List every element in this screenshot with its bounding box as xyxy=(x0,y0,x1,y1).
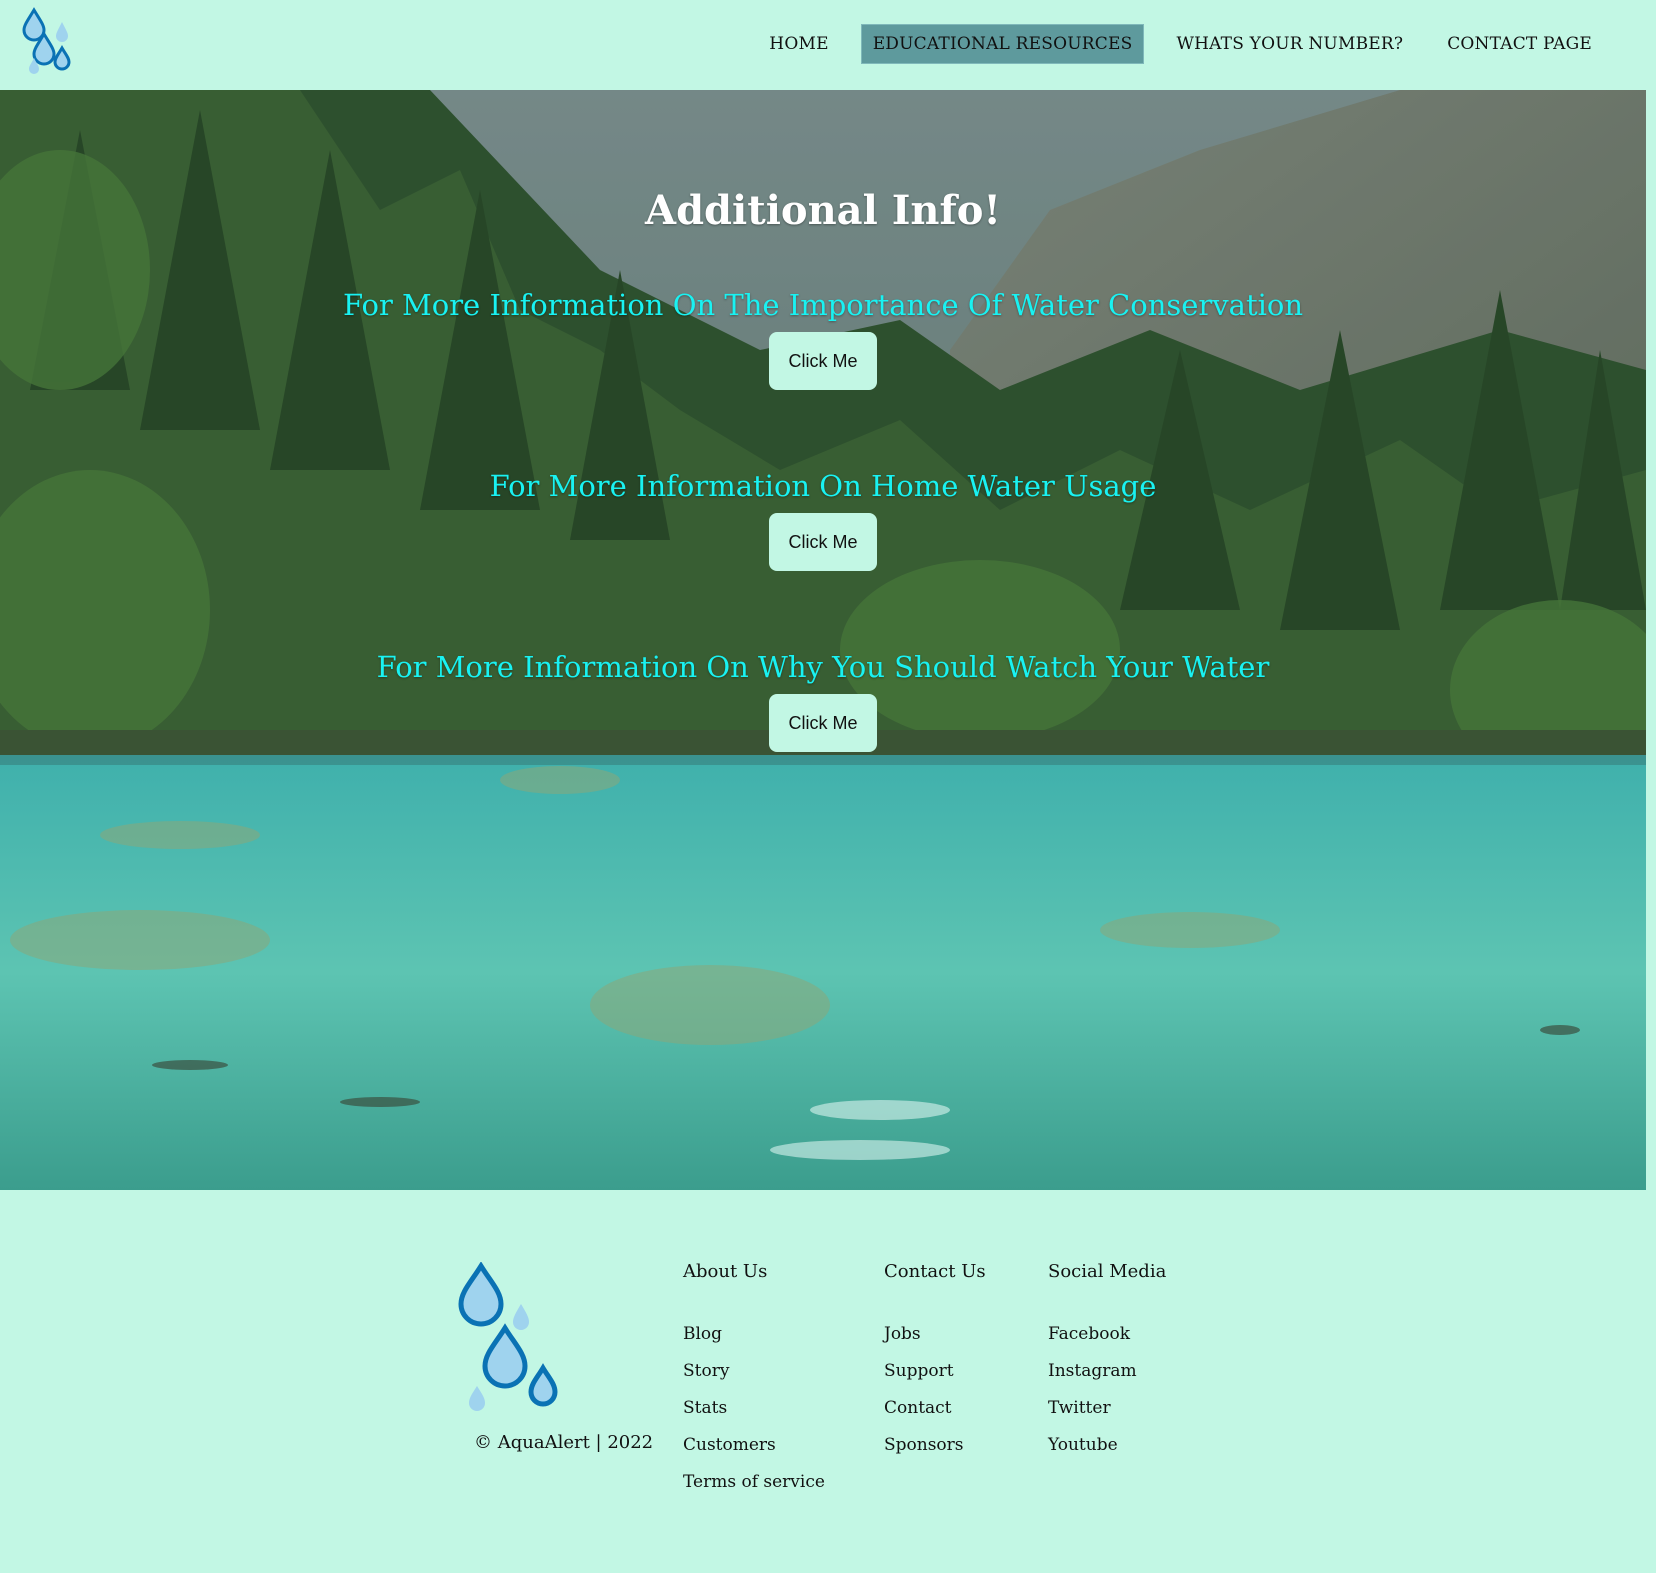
nav-educational-resources[interactable]: EDUCATIONAL RESOURCES xyxy=(860,24,1145,64)
info-heading-home-usage: For More Information On Home Water Usage xyxy=(489,469,1157,503)
footer-link-youtube[interactable]: Youtube xyxy=(1048,1435,1166,1457)
footer-link-blog[interactable]: Blog xyxy=(683,1324,825,1346)
footer-heading-social: Social Media xyxy=(1048,1261,1167,1282)
hero-title: Additional Info! xyxy=(645,186,1001,234)
water-drops-logo-icon[interactable] xyxy=(18,6,78,78)
footer-column-contact: Contact Us Jobs Support Contact Sponsors xyxy=(884,1261,986,1472)
nav-whats-your-number[interactable]: WHATS YOUR NUMBER? xyxy=(1164,24,1415,64)
footer-link-instagram[interactable]: Instagram xyxy=(1048,1361,1166,1383)
info-block-conservation: For More Information On The Importance O… xyxy=(0,288,1646,390)
copyright-text: © AquaAlert | 2022 xyxy=(474,1432,654,1453)
info-block-home-usage: For More Information On Home Water Usage… xyxy=(0,469,1646,571)
footer-column-about: About Us Blog Story Stats Customers Term… xyxy=(683,1261,825,1509)
nav-contact-page[interactable]: CONTACT PAGE xyxy=(1435,24,1604,64)
main-nav: HOME EDUCATIONAL RESOURCES WHATS YOUR NU… xyxy=(737,24,1604,64)
water-drops-logo-icon xyxy=(458,1262,558,1411)
click-me-button-home-usage[interactable]: Click Me xyxy=(769,513,877,571)
info-heading-watch-water: For More Information On Why You Should W… xyxy=(376,650,1270,684)
footer-link-twitter[interactable]: Twitter xyxy=(1048,1398,1166,1420)
footer-link-jobs[interactable]: Jobs xyxy=(884,1324,986,1346)
click-me-button-watch-water[interactable]: Click Me xyxy=(769,694,877,752)
footer-heading-contact: Contact Us xyxy=(884,1261,986,1282)
hero-section: Additional Info! For More Information On… xyxy=(0,90,1646,1190)
info-block-watch-water: For More Information On Why You Should W… xyxy=(0,650,1646,752)
site-header: HOME EDUCATIONAL RESOURCES WHATS YOUR NU… xyxy=(0,0,1656,90)
footer-link-contact[interactable]: Contact xyxy=(884,1398,986,1420)
footer-heading-about: About Us xyxy=(683,1261,768,1282)
footer-link-facebook[interactable]: Facebook xyxy=(1048,1324,1166,1346)
nav-home[interactable]: HOME xyxy=(757,24,840,64)
click-me-button-conservation[interactable]: Click Me xyxy=(769,332,877,390)
footer-link-terms[interactable]: Terms of service xyxy=(683,1472,825,1494)
footer-link-sponsors[interactable]: Sponsors xyxy=(884,1435,986,1457)
footer-link-customers[interactable]: Customers xyxy=(683,1435,825,1457)
footer-link-story[interactable]: Story xyxy=(683,1361,825,1383)
footer-link-support[interactable]: Support xyxy=(884,1361,986,1383)
info-heading-conservation: For More Information On The Importance O… xyxy=(342,288,1304,322)
footer-column-social: Social Media Facebook Instagram Twitter … xyxy=(1048,1261,1166,1472)
footer-link-stats[interactable]: Stats xyxy=(683,1398,825,1420)
